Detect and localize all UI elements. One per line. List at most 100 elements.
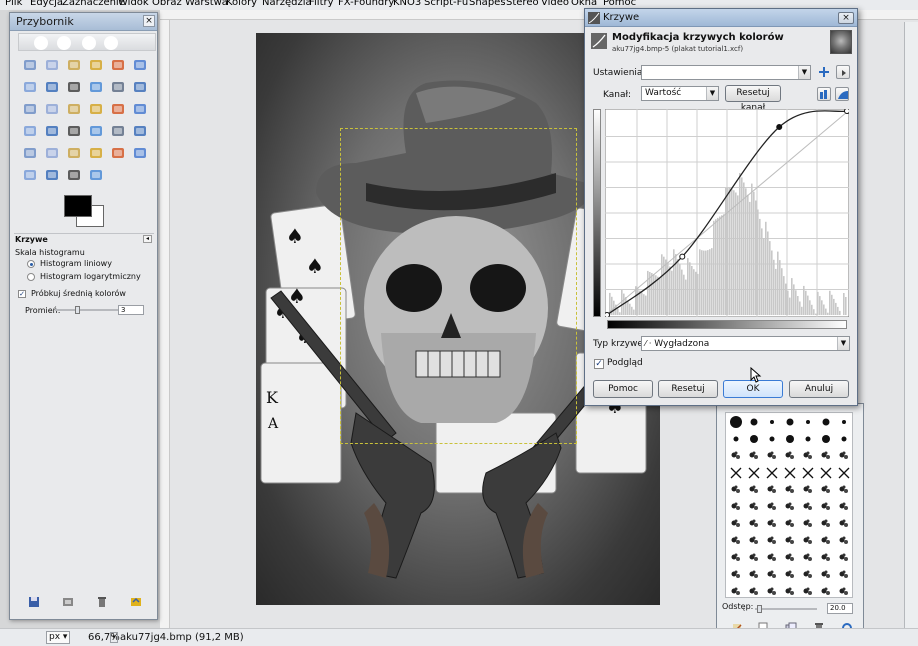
brush-item[interactable]	[728, 499, 744, 515]
clone-icon[interactable]	[108, 143, 128, 163]
text-icon[interactable]	[64, 121, 84, 141]
curve-control-point[interactable]	[679, 253, 686, 260]
brush-item[interactable]	[800, 533, 816, 549]
brush-item[interactable]	[764, 567, 780, 583]
paintbrush-icon[interactable]	[20, 143, 40, 163]
menu-item[interactable]: FX-Foundry	[338, 0, 394, 8]
curve-control-point[interactable]	[605, 312, 610, 318]
brush-item[interactable]	[800, 465, 816, 481]
ellipse-select-icon[interactable]	[42, 55, 62, 75]
brush-item[interactable]	[818, 533, 834, 549]
brush-item[interactable]	[818, 482, 834, 498]
align-icon[interactable]	[20, 99, 40, 119]
brush-item[interactable]	[728, 584, 744, 597]
brush-item[interactable]	[836, 516, 852, 532]
brush-item[interactable]	[728, 448, 744, 464]
spacing-input[interactable]: 20.0	[827, 603, 853, 614]
channel-combo[interactable]: Wartość ▼	[641, 86, 719, 101]
brush-item[interactable]	[728, 516, 744, 532]
brush-item[interactable]	[728, 431, 744, 447]
color-select-icon[interactable]	[108, 55, 128, 75]
brush-item[interactable]	[764, 550, 780, 566]
linear-histogram-icon[interactable]	[817, 87, 831, 101]
sample-average-label[interactable]: Próbkuj średnią kolorów	[31, 289, 126, 298]
brush-item[interactable]	[836, 482, 852, 498]
brush-item[interactable]	[836, 533, 852, 549]
brush-item[interactable]	[728, 550, 744, 566]
brush-item[interactable]	[746, 550, 762, 566]
shear-icon[interactable]	[108, 99, 128, 119]
color-picker-icon[interactable]	[64, 77, 84, 97]
brush-item[interactable]	[800, 584, 816, 597]
pencil-icon[interactable]	[130, 121, 150, 141]
presets-combo[interactable]: ▼	[641, 65, 811, 80]
sample-average-checkbox[interactable]: ✓	[18, 290, 26, 298]
brush-item[interactable]	[746, 482, 762, 498]
eraser-icon[interactable]	[42, 143, 62, 163]
brush-item[interactable]	[764, 482, 780, 498]
brush-item[interactable]	[800, 550, 816, 566]
smudge-icon[interactable]	[42, 165, 62, 185]
brush-item[interactable]	[746, 499, 762, 515]
blur-icon[interactable]	[20, 165, 40, 185]
brush-item[interactable]	[782, 465, 798, 481]
brush-item[interactable]	[764, 465, 780, 481]
curve-graph[interactable]	[605, 109, 849, 317]
radius-input[interactable]: 3	[118, 305, 144, 315]
preset-menu-icon[interactable]	[836, 65, 850, 79]
brush-item[interactable]	[836, 499, 852, 515]
histogram-linear-radio[interactable]	[27, 260, 35, 268]
magnify-icon[interactable]	[86, 165, 106, 185]
close-icon[interactable]: ×	[838, 12, 854, 24]
scissors-select-icon[interactable]	[130, 55, 150, 75]
reset-channel-button[interactable]: Resetuj kanał	[725, 85, 781, 113]
crop-icon[interactable]	[42, 99, 62, 119]
menu-item[interactable]: Okna	[571, 0, 597, 8]
foreground-select-icon[interactable]	[20, 77, 40, 97]
menu-item[interactable]: Edycja	[30, 0, 63, 8]
cancel-button[interactable]: Anuluj	[789, 380, 849, 398]
add-preset-icon[interactable]	[817, 65, 831, 79]
preview-checkbox[interactable]: ✓	[594, 359, 604, 369]
brush-item[interactable]	[818, 431, 834, 447]
menu-item[interactable]: Stereo	[506, 0, 539, 8]
close-icon[interactable]: ×	[143, 15, 155, 27]
brush-item[interactable]	[800, 516, 816, 532]
airbrush-icon[interactable]	[64, 143, 84, 163]
menu-item[interactable]: Filtry	[309, 0, 334, 8]
menu-item[interactable]: Zaznaczenie	[62, 0, 125, 8]
brush-item[interactable]	[836, 465, 852, 481]
radius-slider[interactable]	[55, 306, 119, 314]
brush-item[interactable]	[746, 431, 762, 447]
histogram-log-label[interactable]: Histogram logarytmiczny	[40, 272, 141, 281]
curves-window-title[interactable]: Krzywe	[585, 9, 857, 27]
brush-item[interactable]	[800, 431, 816, 447]
heal-icon[interactable]	[130, 143, 150, 163]
reset-button[interactable]: Resetuj	[658, 380, 718, 398]
dodge-icon[interactable]	[64, 165, 84, 185]
brush-item[interactable]	[764, 533, 780, 549]
brush-item[interactable]	[818, 567, 834, 583]
brush-item[interactable]	[782, 499, 798, 515]
delete-icon[interactable]	[96, 596, 108, 608]
brush-item[interactable]	[800, 499, 816, 515]
brush-item[interactable]	[764, 448, 780, 464]
cage-icon[interactable]	[42, 121, 62, 141]
ruler-vertical[interactable]	[160, 20, 170, 628]
menu-item[interactable]: Widok	[118, 0, 149, 8]
free-select-icon[interactable]	[64, 55, 84, 75]
scale-icon[interactable]	[86, 99, 106, 119]
brush-item[interactable]	[764, 499, 780, 515]
foreground-color[interactable]	[64, 195, 92, 217]
histogram-log-radio[interactable]	[27, 273, 35, 281]
brush-item[interactable]	[818, 499, 834, 515]
zoom-icon[interactable]	[86, 77, 106, 97]
curve-type-combo[interactable]: ⁄ · Wygładzona ▼	[641, 336, 850, 351]
brush-item[interactable]	[728, 533, 744, 549]
menu-item[interactable]: Script-Fu	[424, 0, 468, 8]
menu-item[interactable]: Kolory	[226, 0, 257, 8]
menu-item[interactable]: Pomoc	[603, 0, 636, 8]
brush-item[interactable]	[800, 567, 816, 583]
brush-item[interactable]	[836, 414, 852, 430]
brush-item[interactable]	[818, 584, 834, 597]
